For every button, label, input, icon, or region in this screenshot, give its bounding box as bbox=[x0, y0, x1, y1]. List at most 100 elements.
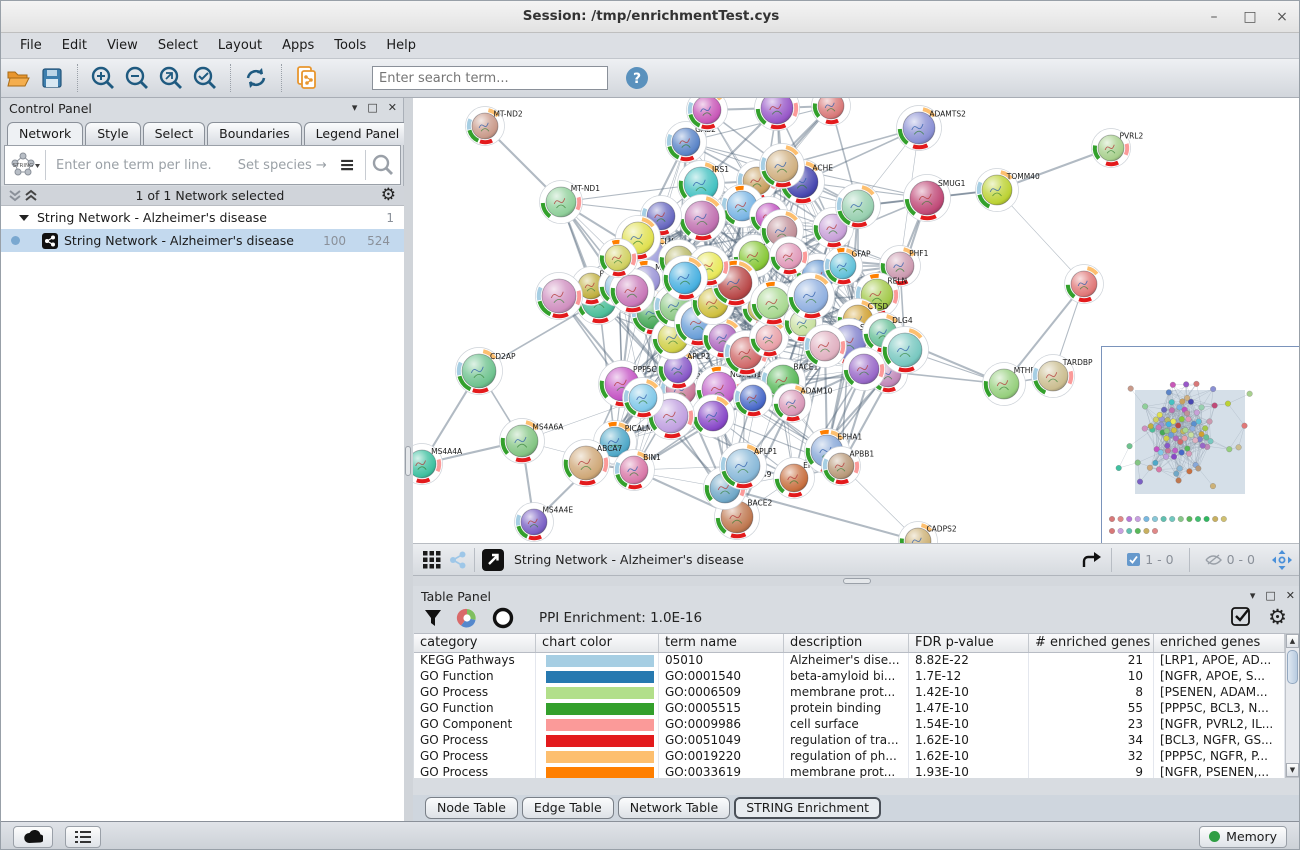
tab-select[interactable]: Select bbox=[143, 122, 206, 145]
expand-all-icon[interactable] bbox=[23, 189, 39, 203]
open-in-new-window-icon[interactable] bbox=[482, 549, 504, 571]
birds-eye-toggle-icon[interactable] bbox=[1271, 549, 1293, 571]
network-node[interactable] bbox=[804, 325, 847, 368]
float-panel-icon[interactable]: ▾ bbox=[1250, 589, 1256, 602]
enrichment-row[interactable]: GO ProcessGO:0051049regulation of tra...… bbox=[414, 733, 1285, 749]
network-node[interactable]: MS4A6A bbox=[500, 419, 565, 464]
tab-boundaries[interactable]: Boundaries bbox=[207, 122, 301, 145]
enrichment-row[interactable]: GO ProcessGO:0033619membrane prot...1.93… bbox=[414, 765, 1285, 778]
network-node[interactable]: TARDBP bbox=[1032, 355, 1094, 398]
tab-node-table[interactable]: Node Table bbox=[425, 797, 518, 819]
undock-panel-icon[interactable]: □ bbox=[1265, 589, 1275, 602]
tab-legend-panel[interactable]: Legend Panel bbox=[304, 122, 412, 145]
network-node[interactable]: MS4A4E bbox=[515, 503, 574, 542]
menu-select[interactable]: Select bbox=[149, 35, 207, 56]
network-node[interactable] bbox=[843, 348, 886, 391]
menu-layout[interactable]: Layout bbox=[209, 35, 271, 56]
menu-help[interactable]: Help bbox=[377, 35, 425, 56]
zoom-out-icon[interactable] bbox=[122, 63, 152, 93]
menu-file[interactable]: File bbox=[11, 35, 51, 56]
tab-network-table[interactable]: Network Table bbox=[618, 797, 731, 819]
network-node[interactable]: ADAM10 bbox=[773, 384, 833, 423]
open-session-icon[interactable] bbox=[3, 63, 33, 93]
close-panel-icon[interactable]: ✕ bbox=[1286, 589, 1295, 602]
network-node[interactable] bbox=[1065, 265, 1104, 304]
tab-string-enrichment[interactable]: STRING Enrichment bbox=[734, 797, 881, 819]
vertical-splitter[interactable] bbox=[404, 98, 413, 821]
network-node[interactable] bbox=[760, 144, 805, 189]
help-icon[interactable]: ? bbox=[622, 63, 652, 93]
network-node[interactable]: CADPS2 bbox=[899, 522, 957, 545]
menu-tools[interactable]: Tools bbox=[325, 35, 375, 56]
network-node[interactable] bbox=[623, 378, 664, 419]
save-session-icon[interactable] bbox=[37, 63, 67, 93]
network-node[interactable]: MS4A4A bbox=[413, 444, 463, 485]
network-node[interactable] bbox=[663, 256, 708, 301]
tab-style[interactable]: Style bbox=[85, 122, 140, 145]
birds-eye-view[interactable] bbox=[1101, 346, 1300, 544]
tab-network[interactable]: Network bbox=[7, 122, 83, 146]
set-species-hint[interactable]: Set species → bbox=[238, 158, 327, 173]
network-node[interactable]: CD2AP bbox=[456, 348, 516, 395]
export-network-icon[interactable] bbox=[1080, 550, 1104, 570]
close-button[interactable]: × bbox=[1267, 5, 1297, 29]
enrichment-row[interactable]: KEGG Pathways05010Alzheimer's dise...8.8… bbox=[414, 653, 1285, 669]
clear-rings-icon[interactable] bbox=[491, 606, 515, 630]
network-node[interactable] bbox=[836, 184, 881, 229]
zoom-fit-icon[interactable] bbox=[156, 63, 186, 93]
network-node[interactable] bbox=[734, 379, 773, 418]
maximize-button[interactable]: □ bbox=[1235, 5, 1265, 29]
zoom-in-icon[interactable] bbox=[88, 63, 118, 93]
enrichment-row[interactable]: GO ProcessGO:0019220regulation of ph...1… bbox=[414, 749, 1285, 765]
network-node[interactable]: BIN1 bbox=[614, 450, 662, 491]
splitter-handle[interactable] bbox=[843, 578, 871, 584]
column-header-chartcolor[interactable]: chart color bbox=[536, 634, 659, 652]
menu-edit[interactable]: Edit bbox=[53, 35, 96, 56]
network-node[interactable] bbox=[692, 395, 735, 438]
memory-button[interactable]: Memory bbox=[1199, 826, 1287, 848]
column-header-FDRp-value[interactable]: FDR p-value bbox=[909, 634, 1029, 652]
network-node[interactable]: SMUG1 bbox=[904, 175, 966, 222]
network-node[interactable]: TOMM40 bbox=[976, 169, 1040, 212]
column-header-enrichedgenes[interactable]: enriched genes bbox=[1154, 634, 1285, 652]
enrichment-row[interactable]: GO ProcessGO:0006509membrane prot...1.42… bbox=[414, 685, 1285, 701]
network-collection-row[interactable]: String Network - Alzheimer's disease 1 bbox=[1, 206, 404, 229]
enrichment-row[interactable]: GO FunctionGO:0001540beta-amyloid bi...1… bbox=[414, 669, 1285, 685]
zoom-selected-icon[interactable] bbox=[190, 63, 220, 93]
task-history-button[interactable] bbox=[65, 826, 101, 848]
float-panel-icon[interactable]: ▾ bbox=[352, 101, 358, 114]
refresh-icon[interactable] bbox=[241, 63, 271, 93]
column-header-termname[interactable]: term name bbox=[659, 634, 784, 652]
enrichment-settings-gear-icon[interactable]: ⚙ bbox=[1268, 607, 1287, 628]
share-network-icon[interactable] bbox=[449, 551, 467, 569]
network-node[interactable] bbox=[788, 273, 835, 320]
network-canvas[interactable]: MT-ND2MT-ND1VSNL1GAB2ADAMTS2PVRL2TOMM40S… bbox=[413, 98, 1300, 544]
string-search-icon[interactable] bbox=[366, 153, 400, 177]
tab-edge-table[interactable]: Edge Table bbox=[522, 797, 614, 819]
network-node[interactable]: PVRL2 bbox=[1092, 129, 1144, 168]
table-scrollbar[interactable]: ▲ ▼ bbox=[1285, 633, 1300, 778]
grid-view-icon[interactable] bbox=[423, 551, 441, 569]
column-header-enrichedgenes[interactable]: # enriched genes bbox=[1029, 634, 1154, 652]
menu-view[interactable]: View bbox=[98, 35, 147, 56]
network-node[interactable]: MT-ND2 bbox=[466, 107, 523, 146]
undock-panel-icon[interactable]: □ bbox=[367, 101, 377, 114]
enrichment-row[interactable]: GO ComponentGO:0009986cell surface1.54E-… bbox=[414, 717, 1285, 733]
network-node[interactable] bbox=[536, 273, 583, 320]
network-node[interactable] bbox=[770, 237, 809, 276]
network-node[interactable]: MT-ND1 bbox=[540, 181, 601, 224]
network-node[interactable]: ADAMTS2 bbox=[897, 106, 967, 151]
enrichment-chart-icon[interactable] bbox=[455, 606, 479, 630]
enrichment-row[interactable]: GO FunctionGO:0005515protein binding1.47… bbox=[414, 701, 1285, 717]
network-node[interactable] bbox=[882, 327, 929, 374]
scroll-down-button[interactable]: ▼ bbox=[1286, 763, 1299, 777]
column-header-category[interactable]: category bbox=[414, 634, 536, 652]
select-genes-icon[interactable] bbox=[1231, 607, 1252, 628]
string-logo-dropdown[interactable]: STRING bbox=[5, 146, 45, 184]
filter-icon[interactable] bbox=[423, 608, 443, 628]
close-panel-icon[interactable]: ✕ bbox=[388, 101, 397, 114]
horizontal-splitter[interactable] bbox=[413, 576, 1300, 586]
scroll-thumb[interactable] bbox=[1287, 650, 1298, 684]
menu-apps[interactable]: Apps bbox=[273, 35, 323, 56]
column-header-description[interactable]: description bbox=[784, 634, 909, 652]
